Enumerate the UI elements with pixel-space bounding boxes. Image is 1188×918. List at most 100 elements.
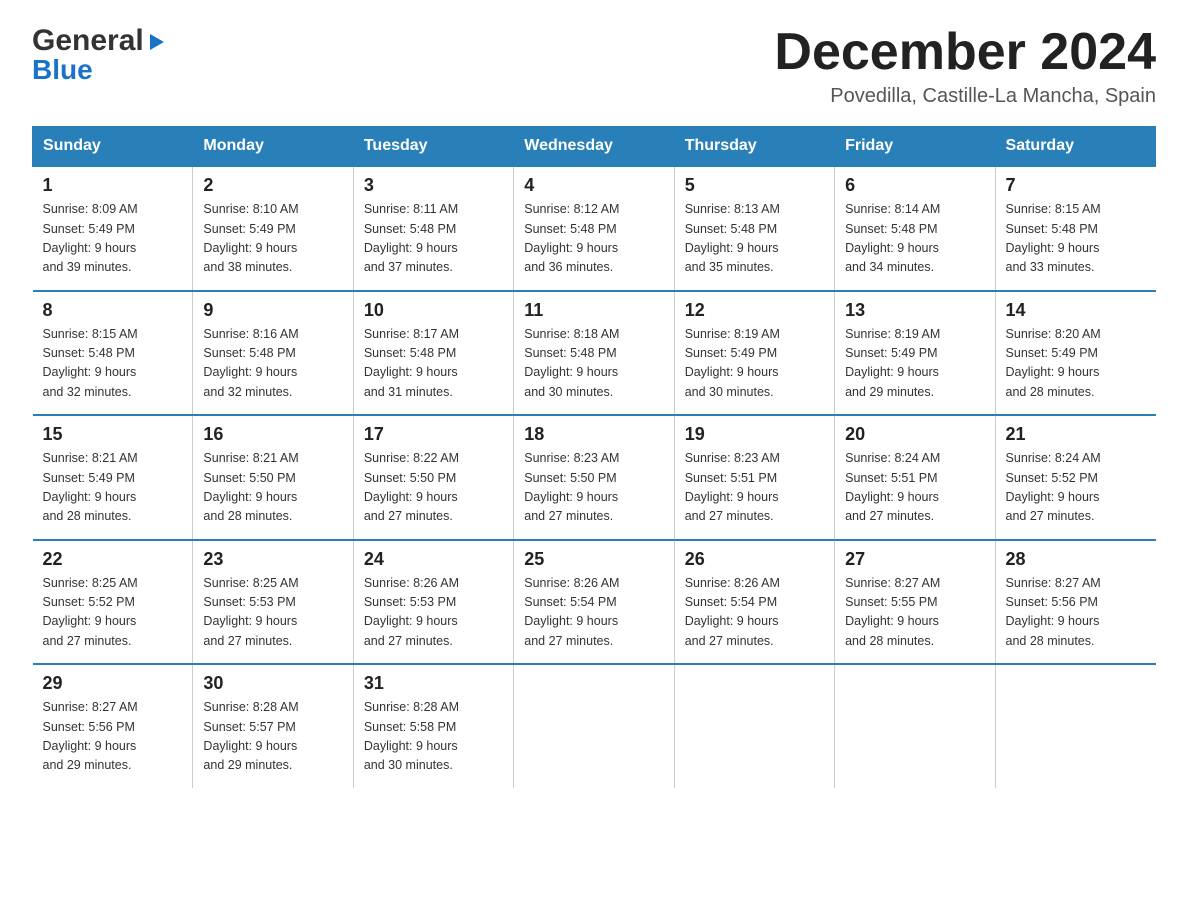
day-info: Sunrise: 8:26 AMSunset: 5:54 PMDaylight:… <box>524 574 663 652</box>
day-info: Sunrise: 8:20 AMSunset: 5:49 PMDaylight:… <box>1006 325 1146 403</box>
logo: General Blue <box>32 24 168 86</box>
day-number: 27 <box>845 549 984 570</box>
day-number: 1 <box>43 175 183 196</box>
logo-blue-text: Blue <box>32 54 93 86</box>
day-info: Sunrise: 8:22 AMSunset: 5:50 PMDaylight:… <box>364 449 503 527</box>
day-number: 25 <box>524 549 663 570</box>
day-number: 21 <box>1006 424 1146 445</box>
day-number: 3 <box>364 175 503 196</box>
calendar-cell: 2Sunrise: 8:10 AMSunset: 5:49 PMDaylight… <box>193 166 353 291</box>
day-number: 10 <box>364 300 503 321</box>
location-text: Povedilla, Castille-La Mancha, Spain <box>774 85 1156 108</box>
day-number: 29 <box>43 673 183 694</box>
calendar-cell: 24 Sunrise: 8:26 AMSunset: 5:53 PMDayligh… <box>353 540 513 665</box>
calendar-cell: 17Sunrise: 8:22 AMSunset: 5:50 PMDayligh… <box>353 415 513 540</box>
day-info: Sunrise: 8:24 AMSunset: 5:52 PMDaylight:… <box>1006 449 1146 527</box>
day-info: Sunrise: 8:15 AMSunset: 5:48 PMDaylight:… <box>43 325 183 403</box>
day-number: 6 <box>845 175 984 196</box>
calendar-cell: 11 Sunrise: 8:18 AMSunset: 5:48 PMDayligh… <box>514 291 674 416</box>
day-number: 9 <box>203 300 342 321</box>
calendar-cell: 30Sunrise: 8:28 AMSunset: 5:57 PMDayligh… <box>193 664 353 788</box>
header-monday: Monday <box>193 127 353 167</box>
calendar-week-row: 22 Sunrise: 8:25 AMSunset: 5:52 PMDayligh… <box>33 540 1156 665</box>
calendar-cell: 9 Sunrise: 8:16 AMSunset: 5:48 PMDaylight… <box>193 291 353 416</box>
day-info: Sunrise: 8:21 AMSunset: 5:49 PMDaylight:… <box>43 449 183 527</box>
calendar-cell: 4Sunrise: 8:12 AMSunset: 5:48 PMDaylight… <box>514 166 674 291</box>
page-header: General Blue December 2024 Povedilla, Ca… <box>32 24 1156 108</box>
calendar-cell: 23 Sunrise: 8:25 AMSunset: 5:53 PMDayligh… <box>193 540 353 665</box>
day-number: 5 <box>685 175 824 196</box>
day-number: 8 <box>43 300 183 321</box>
calendar-cell: 10 Sunrise: 8:17 AMSunset: 5:48 PMDayligh… <box>353 291 513 416</box>
calendar-week-row: 1 Sunrise: 8:09 AMSunset: 5:49 PMDaylight… <box>33 166 1156 291</box>
calendar-cell: 8 Sunrise: 8:15 AMSunset: 5:48 PMDaylight… <box>33 291 193 416</box>
calendar-cell <box>674 664 834 788</box>
month-title: December 2024 <box>774 24 1156 81</box>
day-info: Sunrise: 8:16 AMSunset: 5:48 PMDaylight:… <box>203 325 342 403</box>
calendar-cell: 12 Sunrise: 8:19 AMSunset: 5:49 PMDayligh… <box>674 291 834 416</box>
calendar-cell: 19 Sunrise: 8:23 AMSunset: 5:51 PMDayligh… <box>674 415 834 540</box>
header-tuesday: Tuesday <box>353 127 513 167</box>
calendar-cell: 21 Sunrise: 8:24 AMSunset: 5:52 PMDayligh… <box>995 415 1155 540</box>
calendar-cell: 1 Sunrise: 8:09 AMSunset: 5:49 PMDaylight… <box>33 166 193 291</box>
day-number: 14 <box>1006 300 1146 321</box>
header-wednesday: Wednesday <box>514 127 674 167</box>
day-info: Sunrise: 8:25 AMSunset: 5:52 PMDaylight:… <box>43 574 183 652</box>
calendar-cell: 14 Sunrise: 8:20 AMSunset: 5:49 PMDayligh… <box>995 291 1155 416</box>
calendar-cell <box>514 664 674 788</box>
day-number: 22 <box>43 549 183 570</box>
calendar-cell: 31Sunrise: 8:28 AMSunset: 5:58 PMDayligh… <box>353 664 513 788</box>
day-info: Sunrise: 8:17 AMSunset: 5:48 PMDaylight:… <box>364 325 503 403</box>
day-number: 30 <box>203 673 342 694</box>
calendar-cell: 25 Sunrise: 8:26 AMSunset: 5:54 PMDayligh… <box>514 540 674 665</box>
day-info: Sunrise: 8:25 AMSunset: 5:53 PMDaylight:… <box>203 574 342 652</box>
header-saturday: Saturday <box>995 127 1155 167</box>
day-number: 7 <box>1006 175 1146 196</box>
day-info: Sunrise: 8:26 AMSunset: 5:53 PMDaylight:… <box>364 574 503 652</box>
header-thursday: Thursday <box>674 127 834 167</box>
day-number: 4 <box>524 175 663 196</box>
day-info: Sunrise: 8:27 AMSunset: 5:55 PMDaylight:… <box>845 574 984 652</box>
day-number: 23 <box>203 549 342 570</box>
day-info: Sunrise: 8:21 AMSunset: 5:50 PMDaylight:… <box>203 449 342 527</box>
calendar-week-row: 15 Sunrise: 8:21 AMSunset: 5:49 PMDayligh… <box>33 415 1156 540</box>
day-info: Sunrise: 8:11 AMSunset: 5:48 PMDaylight:… <box>364 200 503 278</box>
day-info: Sunrise: 8:19 AMSunset: 5:49 PMDaylight:… <box>845 325 984 403</box>
day-info: Sunrise: 8:18 AMSunset: 5:48 PMDaylight:… <box>524 325 663 403</box>
calendar-cell: 5 Sunrise: 8:13 AMSunset: 5:48 PMDaylight… <box>674 166 834 291</box>
logo-arrow-icon <box>146 31 168 53</box>
day-number: 28 <box>1006 549 1146 570</box>
day-number: 16 <box>203 424 342 445</box>
calendar-header-row: SundayMondayTuesdayWednesdayThursdayFrid… <box>33 127 1156 167</box>
calendar-cell: 15 Sunrise: 8:21 AMSunset: 5:49 PMDayligh… <box>33 415 193 540</box>
header-sunday: Sunday <box>33 127 193 167</box>
day-info: Sunrise: 8:26 AMSunset: 5:54 PMDaylight:… <box>685 574 824 652</box>
calendar-cell: 18 Sunrise: 8:23 AMSunset: 5:50 PMDayligh… <box>514 415 674 540</box>
logo-general-text: General <box>32 24 144 58</box>
day-info: Sunrise: 8:09 AMSunset: 5:49 PMDaylight:… <box>43 200 183 278</box>
day-info: Sunrise: 8:23 AMSunset: 5:50 PMDaylight:… <box>524 449 663 527</box>
calendar-cell: 22 Sunrise: 8:25 AMSunset: 5:52 PMDayligh… <box>33 540 193 665</box>
day-number: 31 <box>364 673 503 694</box>
day-number: 19 <box>685 424 824 445</box>
day-number: 15 <box>43 424 183 445</box>
day-number: 20 <box>845 424 984 445</box>
day-number: 13 <box>845 300 984 321</box>
calendar-cell: 28Sunrise: 8:27 AMSunset: 5:56 PMDayligh… <box>995 540 1155 665</box>
calendar-table: SundayMondayTuesdayWednesdayThursdayFrid… <box>32 126 1156 788</box>
calendar-cell: 29Sunrise: 8:27 AMSunset: 5:56 PMDayligh… <box>33 664 193 788</box>
title-section: December 2024 Povedilla, Castille-La Man… <box>774 24 1156 108</box>
logo-row1: General <box>32 24 168 58</box>
day-info: Sunrise: 8:19 AMSunset: 5:49 PMDaylight:… <box>685 325 824 403</box>
calendar-cell: 7Sunrise: 8:15 AMSunset: 5:48 PMDaylight… <box>995 166 1155 291</box>
day-info: Sunrise: 8:14 AMSunset: 5:48 PMDaylight:… <box>845 200 984 278</box>
header-friday: Friday <box>835 127 995 167</box>
day-info: Sunrise: 8:23 AMSunset: 5:51 PMDaylight:… <box>685 449 824 527</box>
day-number: 24 <box>364 549 503 570</box>
calendar-cell: 13 Sunrise: 8:19 AMSunset: 5:49 PMDayligh… <box>835 291 995 416</box>
day-number: 18 <box>524 424 663 445</box>
day-number: 12 <box>685 300 824 321</box>
day-info: Sunrise: 8:13 AMSunset: 5:48 PMDaylight:… <box>685 200 824 278</box>
day-number: 26 <box>685 549 824 570</box>
day-number: 11 <box>524 300 663 321</box>
